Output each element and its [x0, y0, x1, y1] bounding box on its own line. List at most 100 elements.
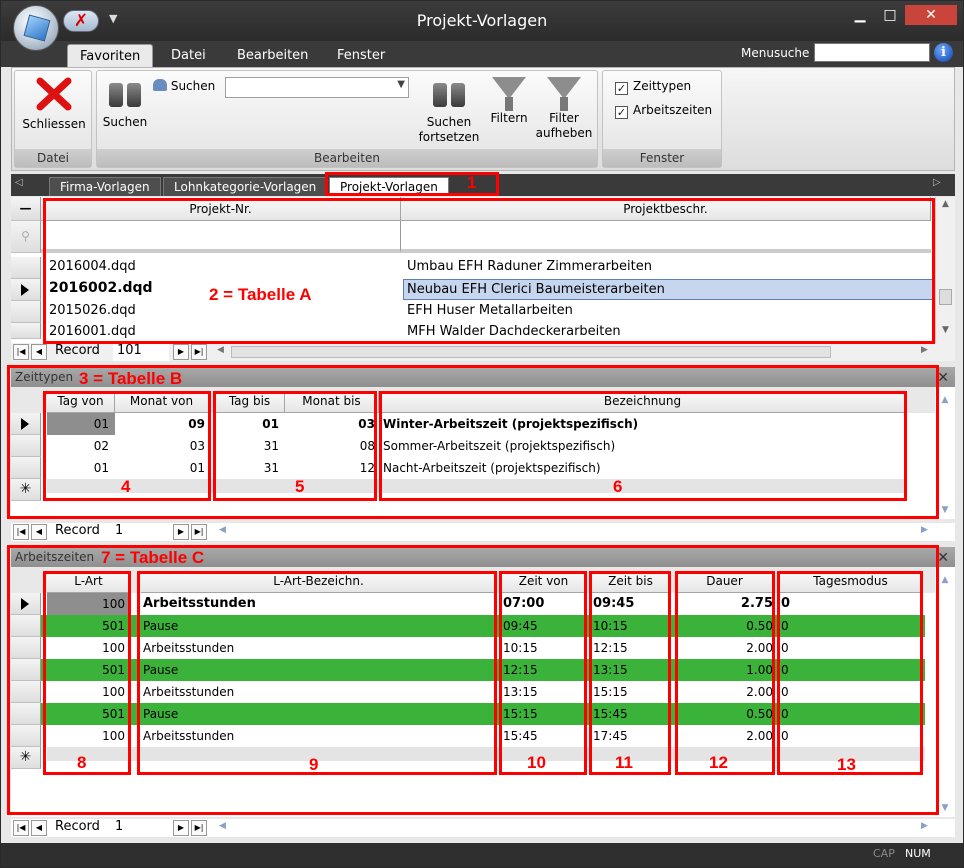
header-l-art-bezeichn[interactable]: L-Art-Bezeichn.: [141, 571, 497, 593]
table-a-cell[interactable]: Umbau EFH Raduner Zimmerarbeiten: [407, 259, 652, 274]
info-icon[interactable]: i: [934, 43, 953, 62]
tab-favoriten[interactable]: Favoriten: [67, 44, 154, 67]
first-record-icon[interactable]: |◀: [13, 524, 29, 540]
table-a-cell[interactable]: 2016001.dqd: [49, 324, 136, 339]
header-zeit-von[interactable]: Zeit von: [501, 571, 587, 593]
row-selector[interactable]: [11, 659, 41, 681]
menusuche-input[interactable]: [814, 43, 930, 62]
header-tagesmodus[interactable]: Tagesmodus: [779, 571, 923, 593]
maximize-button[interactable]: □: [877, 5, 903, 25]
tab-lohnkategorie-vorlagen[interactable]: Lohnkategorie-Vorlagen: [163, 177, 328, 196]
table-c-cell[interactable]: 2.00: [675, 725, 775, 747]
header-projekt-nr[interactable]: Projekt-Nr.: [41, 197, 401, 221]
table-b-cell[interactable]: 01: [47, 457, 115, 479]
row-selector[interactable]: [11, 323, 41, 339]
close-window-button[interactable]: ✕: [905, 5, 957, 25]
tab-datei[interactable]: Datei: [159, 44, 218, 67]
table-c-scrollbar[interactable]: ▲ ▼: [935, 567, 955, 817]
scroll-up-icon[interactable]: ▲: [936, 199, 955, 209]
table-a-cell[interactable]: EFH Huser Metallarbeiten: [407, 303, 573, 318]
table-c-cell[interactable]: 09:45: [591, 593, 671, 615]
collapse-icon[interactable]: —: [11, 197, 41, 221]
tab-scroll-left-icon[interactable]: ◁: [15, 177, 23, 188]
table-b-cell[interactable]: 03: [285, 413, 379, 435]
header-monat-bis[interactable]: Monat bis: [285, 391, 379, 413]
prev-record-icon[interactable]: ◀: [31, 344, 47, 360]
table-b-cell[interactable]: 02: [47, 435, 115, 457]
table-b-scrollbar[interactable]: ▲ ▼: [935, 387, 955, 519]
table-c-cell[interactable]: 100: [47, 637, 131, 659]
first-record-icon[interactable]: |◀: [13, 820, 29, 836]
table-c-cell[interactable]: Arbeitsstunden: [141, 681, 497, 703]
table-c-cell[interactable]: 501: [47, 703, 131, 725]
next-record-icon[interactable]: ▶: [173, 820, 189, 836]
table-c-cell[interactable]: 0: [779, 637, 923, 659]
row-selector-current[interactable]: [11, 279, 41, 301]
close-icon[interactable]: ✕: [937, 548, 949, 568]
row-selector[interactable]: [11, 435, 41, 457]
new-row-area[interactable]: [47, 479, 905, 493]
prev-record-icon[interactable]: ◀: [31, 820, 47, 836]
row-selector[interactable]: [11, 615, 41, 637]
table-b-cell[interactable]: 12: [285, 457, 379, 479]
row-selector[interactable]: [11, 703, 41, 725]
row-selector[interactable]: [11, 301, 41, 323]
table-c-cell[interactable]: 10:15: [501, 637, 587, 659]
header-projektbeschr[interactable]: Projektbeschr.: [401, 197, 931, 221]
scroll-thumb[interactable]: [939, 289, 952, 305]
table-b-cell[interactable]: 01: [47, 413, 115, 435]
header-tag-bis[interactable]: Tag bis: [215, 391, 285, 413]
table-a-cell[interactable]: 2015026.dqd: [49, 303, 136, 318]
table-b-cell[interactable]: 01: [115, 457, 209, 479]
table-c-cell[interactable]: 2.00: [675, 681, 775, 703]
header-bezeichnung[interactable]: Bezeichnung: [381, 391, 905, 413]
row-selector[interactable]: [11, 681, 41, 703]
suchen-fortsetzen-button[interactable]: Suchen fortsetzen: [415, 77, 483, 145]
table-c-cell[interactable]: 2.00: [675, 637, 775, 659]
hscroll-left-icon[interactable]: ◀: [219, 821, 226, 831]
filtern-button[interactable]: Filtern: [485, 77, 533, 126]
table-c-cell[interactable]: 0.50: [675, 615, 775, 637]
hscroll-right-icon[interactable]: ▶: [921, 821, 928, 831]
row-selector-current[interactable]: [11, 413, 41, 435]
last-record-icon[interactable]: ▶|: [191, 820, 207, 836]
table-b-cell[interactable]: 31: [215, 457, 285, 479]
table-c-cell[interactable]: Pause: [141, 703, 497, 725]
table-c-cell[interactable]: 100: [47, 681, 131, 703]
table-c-cell[interactable]: 13:15: [501, 681, 587, 703]
table-c-cell[interactable]: 10:15: [591, 615, 671, 637]
table-c-cell[interactable]: 1.00: [675, 659, 775, 681]
table-b-cell[interactable]: 09: [115, 413, 209, 435]
header-dauer[interactable]: Dauer: [675, 571, 775, 593]
filter-aufheben-button[interactable]: Filter aufheben: [535, 77, 593, 141]
table-b-cell[interactable]: 03: [115, 435, 209, 457]
table-b-cell[interactable]: 08: [285, 435, 379, 457]
row-selector[interactable]: [11, 725, 41, 747]
table-c-cell[interactable]: Pause: [141, 615, 497, 637]
table-a-cell[interactable]: 2016002.dqd: [49, 280, 153, 296]
table-c-cell[interactable]: 15:45: [591, 703, 671, 725]
table-c-cell[interactable]: 09:45: [501, 615, 587, 637]
table-c-cell[interactable]: 0: [779, 615, 923, 637]
table-c-cell[interactable]: 17:45: [591, 725, 671, 747]
table-c-cell[interactable]: 0: [779, 593, 923, 615]
table-c-cell[interactable]: 07:00: [501, 593, 587, 615]
table-c-cell[interactable]: 2.75: [675, 593, 775, 615]
header-zeit-bis[interactable]: Zeit bis: [591, 571, 671, 593]
header-monat-von[interactable]: Monat von: [115, 391, 209, 413]
header-tag-von[interactable]: Tag von: [47, 391, 115, 413]
close-icon[interactable]: ✕: [937, 368, 949, 388]
last-record-icon[interactable]: ▶|: [191, 344, 207, 360]
scroll-up-icon[interactable]: ▲: [935, 575, 955, 585]
hscroll-thumb[interactable]: [231, 346, 831, 358]
record-number-input[interactable]: 1: [113, 819, 169, 837]
row-selector[interactable]: [11, 257, 41, 279]
tab-bearbeiten[interactable]: Bearbeiten: [225, 44, 320, 67]
tab-fenster[interactable]: Fenster: [325, 44, 397, 67]
schliessen-button[interactable]: Schliessen: [21, 77, 87, 132]
table-b-cell[interactable]: 31: [215, 435, 285, 457]
table-c-cell[interactable]: 0.50: [675, 703, 775, 725]
table-b-cell[interactable]: Nacht-Arbeitszeit (projektspezifisch): [383, 457, 903, 479]
hscroll-left-icon[interactable]: ◀: [219, 525, 226, 535]
table-c-cell[interactable]: 0: [779, 681, 923, 703]
